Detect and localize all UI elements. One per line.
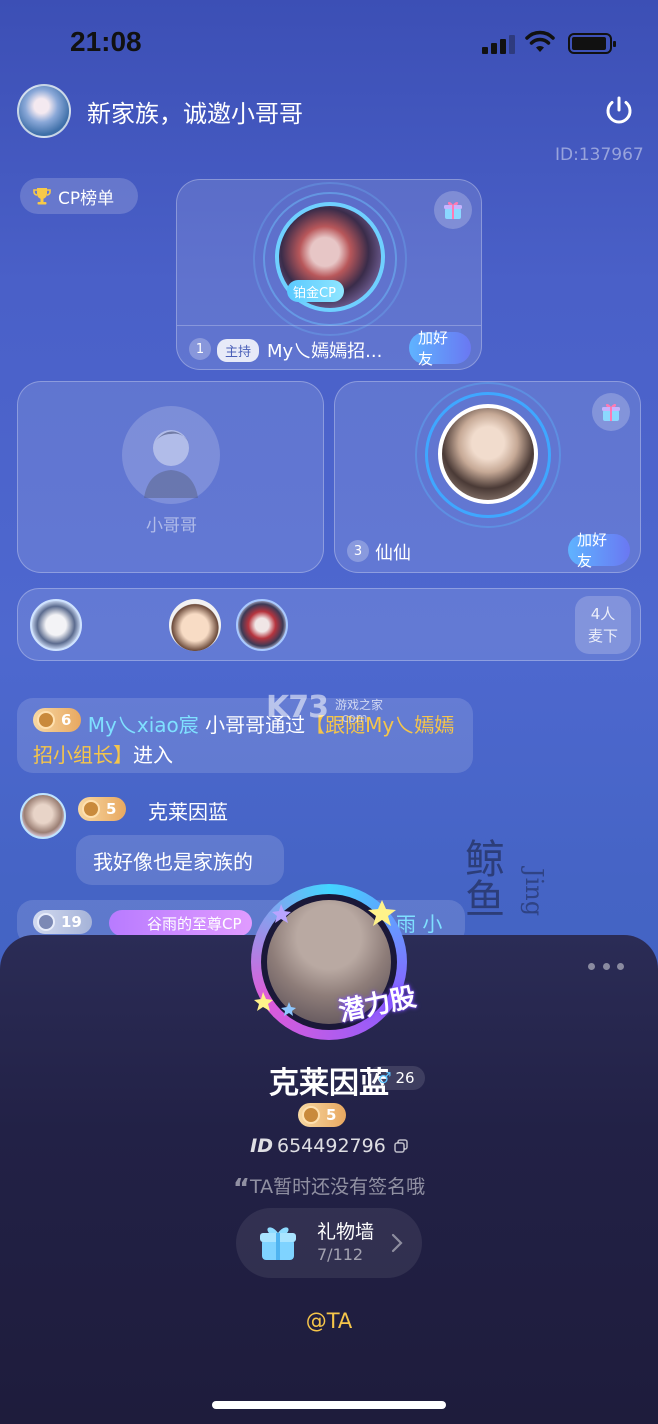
level-value: 5 xyxy=(326,1106,337,1124)
host-seat-card[interactable]: 铂金CP 1 主持 My乀嫣嫣招... 加好友 xyxy=(176,179,482,370)
home-indicator[interactable] xyxy=(212,1401,446,1409)
host-role-tag: 主持 xyxy=(217,339,260,362)
chat-text: 我好像也是家族的 xyxy=(93,849,253,874)
cp-rank-button[interactable]: CP榜单 xyxy=(20,178,138,214)
chat-username[interactable]: My乀xiao宸 xyxy=(88,713,199,737)
coin-icon xyxy=(37,711,55,729)
cp-badge: 铂金CP xyxy=(287,280,344,302)
seat-3-name: 仙仙 xyxy=(375,543,411,564)
profile-name: 克莱因蓝 xyxy=(269,1066,389,1101)
cp-tag: 谷雨的至尊CP xyxy=(109,910,252,936)
wifi-icon xyxy=(525,30,555,52)
level-value: 6 xyxy=(61,711,72,729)
id-label: ID xyxy=(250,1135,273,1157)
copy-icon[interactable] xyxy=(394,1139,408,1153)
gender-age-badge: ♂ 26 xyxy=(368,1066,425,1090)
seat-3-avatar[interactable] xyxy=(438,404,538,504)
cp-badge-label: 铂金CP xyxy=(293,285,336,301)
trophy-icon xyxy=(33,188,51,205)
diamond-icon xyxy=(37,913,55,931)
chat-message-bubble: 我好像也是家族的 xyxy=(76,835,284,885)
male-icon: ♂ xyxy=(378,1069,392,1087)
more-options-icon[interactable] xyxy=(588,960,624,972)
gift-wall-button[interactable]: 礼物墙 7/112 xyxy=(236,1208,422,1278)
chevron-right-icon xyxy=(391,1233,403,1253)
room-id: ID:137967 xyxy=(555,145,644,165)
audience-action: 麦下 xyxy=(587,627,618,645)
default-avatar-icon xyxy=(144,430,198,498)
gift-wall-count: 7/112 xyxy=(317,1245,364,1264)
quote-icon: “ xyxy=(232,1174,250,1204)
seat-2-avatar[interactable] xyxy=(122,406,220,504)
seat-number: 3 xyxy=(347,540,369,562)
level-badge: 19 xyxy=(33,910,92,934)
cp-tag-label: 谷雨的至尊CP xyxy=(147,914,242,933)
room-avatar[interactable] xyxy=(17,84,71,138)
profile-id-line: ID 654492796 xyxy=(0,1135,658,1157)
audience-avatar[interactable] xyxy=(30,599,82,651)
seat-2-card[interactable]: 小哥哥 xyxy=(17,381,324,573)
gift-icon xyxy=(602,403,620,421)
room-title: 新家族，诚邀小哥哥 xyxy=(87,100,303,128)
gift-box-icon xyxy=(260,1227,296,1260)
coin-icon xyxy=(82,800,100,818)
gift-wall-title: 礼物墙 xyxy=(317,1221,375,1243)
watermark-art-text: Jing xyxy=(520,868,548,917)
seat-3-add-friend-button[interactable]: 加好友 xyxy=(568,531,630,570)
seat-number: 1 xyxy=(189,338,211,360)
audience-count-button[interactable]: 4人 麦下 xyxy=(575,596,631,654)
status-time: 21:08 xyxy=(70,26,142,57)
age-value: 26 xyxy=(395,1069,415,1087)
coin-icon xyxy=(302,1106,320,1124)
chat-system-message: 6 My乀xiao宸 小哥哥通过【跟随My乀嫣嫣招小组长】进入 xyxy=(17,698,473,773)
cp-rank-label: CP榜单 xyxy=(58,188,115,209)
signal-icon xyxy=(482,34,516,54)
level-badge: 6 xyxy=(33,708,82,732)
host-add-friend-button[interactable]: 加好友 xyxy=(409,329,471,368)
seat-3-card[interactable]: 3 仙仙 加好友 xyxy=(334,381,641,573)
chat-system-text: 6 My乀xiao宸 小哥哥通过【跟随My乀嫣嫣招小组长】进入 xyxy=(33,708,463,770)
seat-2-name: 小哥哥 xyxy=(146,516,197,536)
seat-3-gift-button[interactable] xyxy=(592,393,630,431)
card-divider xyxy=(177,325,481,326)
watermark-domain: .com xyxy=(338,711,368,725)
power-icon[interactable] xyxy=(602,94,636,128)
level-badge: 5 xyxy=(78,797,127,821)
profile-level-badge: 5 xyxy=(298,1103,347,1127)
host-name: My乀嫣嫣招... xyxy=(267,341,383,362)
chat-username[interactable]: 克莱因蓝 xyxy=(148,796,228,825)
audience-row: 4人 麦下 xyxy=(17,588,641,661)
host-gift-button[interactable] xyxy=(434,191,472,229)
gift-icon xyxy=(444,201,462,219)
chat-avatar[interactable] xyxy=(20,793,66,839)
signature-line: “TA暂时还没有签名哦 xyxy=(0,1172,658,1204)
id-value: 654492796 xyxy=(277,1135,386,1157)
signature-text: TA暂时还没有签名哦 xyxy=(249,1176,426,1198)
level-value: 5 xyxy=(106,800,117,818)
mention-button[interactable]: @TA xyxy=(0,1309,658,1333)
level-value: 19 xyxy=(61,913,82,931)
audience-count: 4人 xyxy=(590,605,616,623)
watermark-logo: K73 xyxy=(266,690,329,725)
audience-avatar[interactable] xyxy=(236,599,288,651)
chat-text: 进入 xyxy=(133,743,173,767)
audience-avatar[interactable] xyxy=(169,599,221,651)
battery-icon xyxy=(568,33,616,54)
